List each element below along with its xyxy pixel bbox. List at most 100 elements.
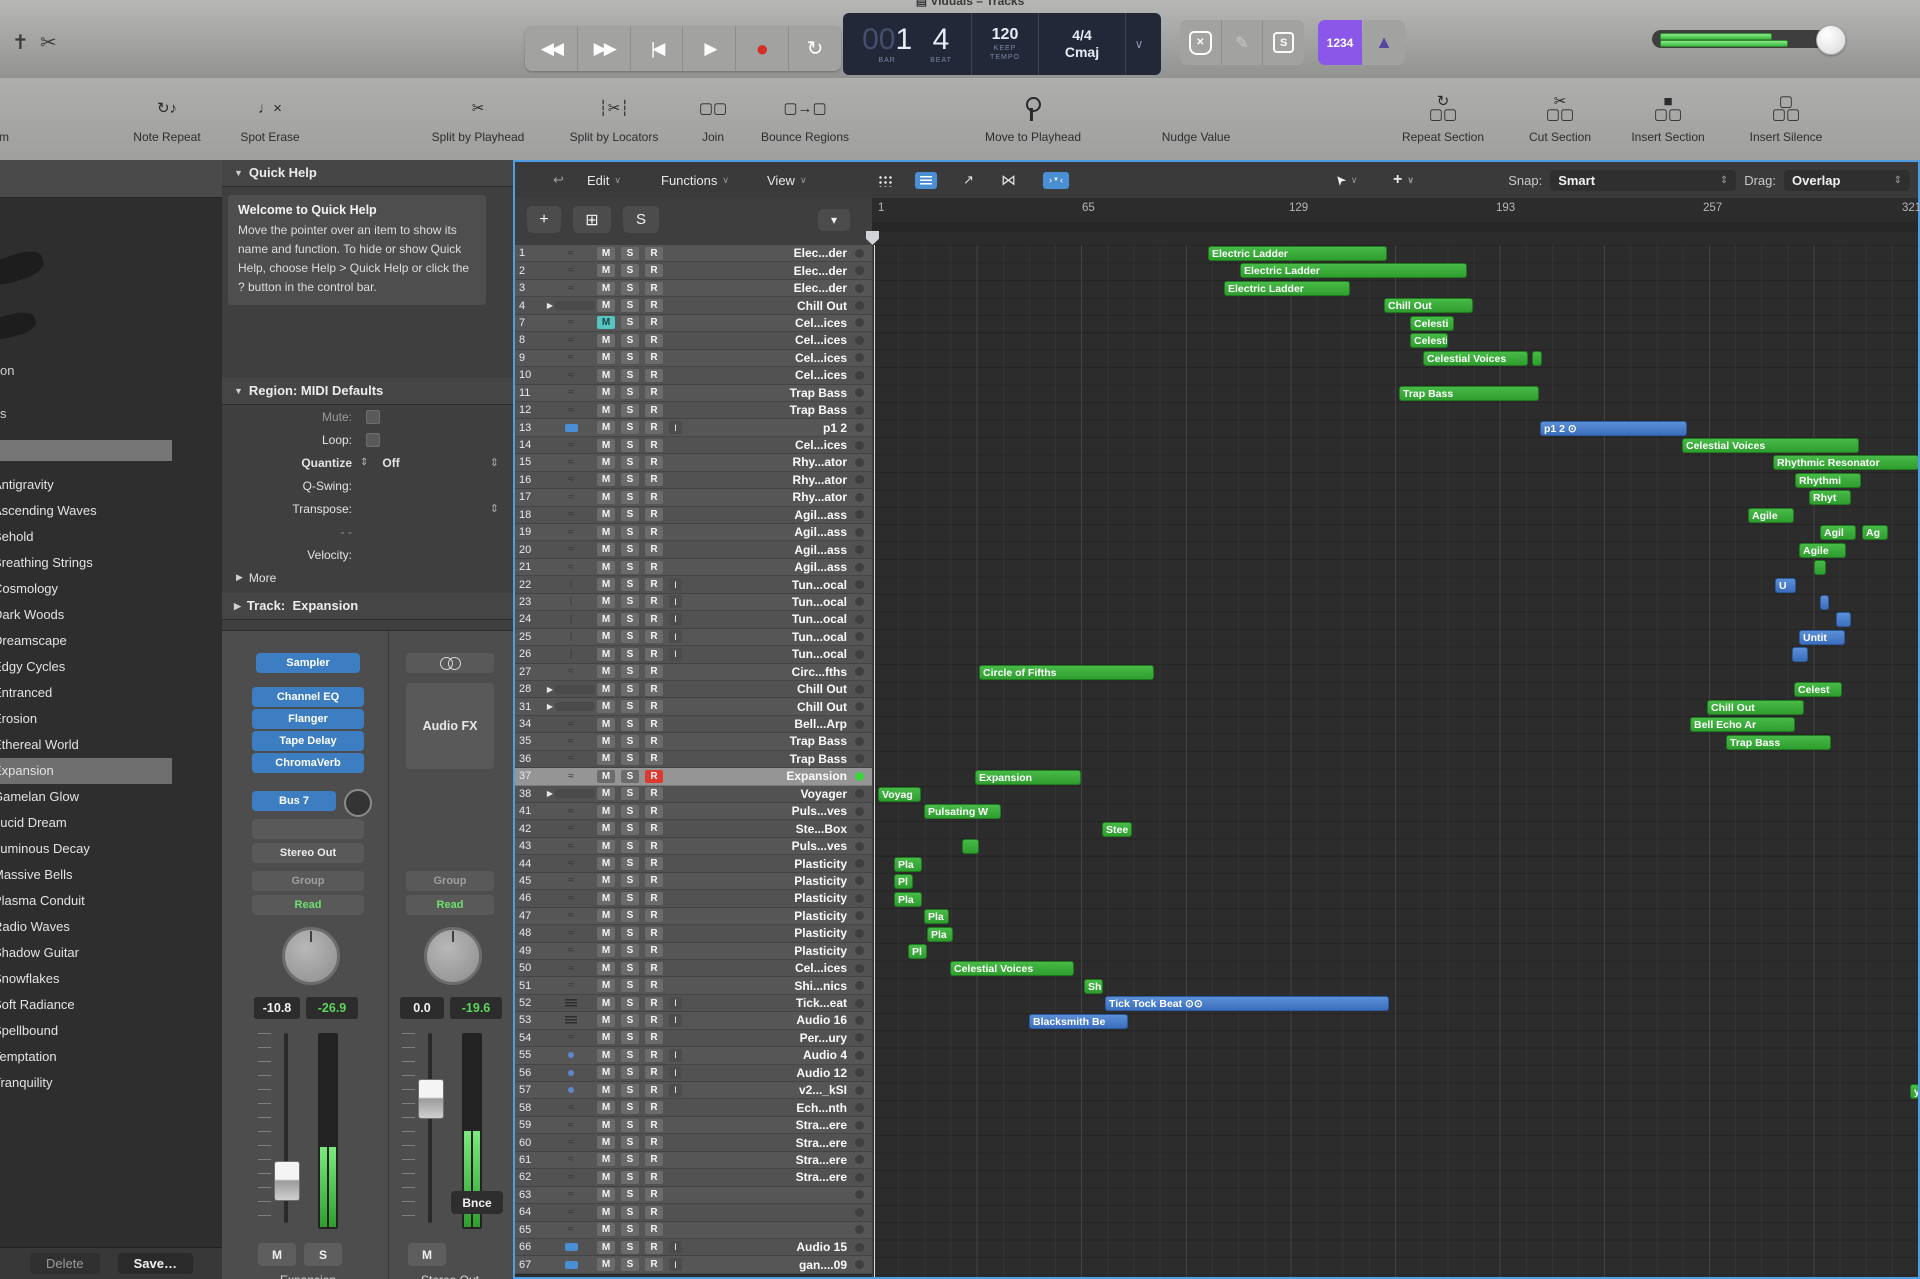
- volume-knob[interactable]: [1816, 25, 1846, 55]
- solo-button[interactable]: S: [621, 456, 639, 469]
- solo-button[interactable]: S: [621, 1206, 639, 1219]
- midi-region-pla[interactable]: Pla: [894, 857, 922, 872]
- send-knob[interactable]: [344, 789, 372, 817]
- mute-button[interactable]: M: [597, 543, 615, 556]
- track-name[interactable]: Chill Out: [686, 700, 855, 714]
- record-enable-button[interactable]: R: [645, 351, 663, 364]
- flex-button[interactable]: ⋈: [1001, 162, 1016, 198]
- track-name[interactable]: Plasticity: [686, 909, 855, 923]
- input-monitor-button[interactable]: I: [669, 421, 682, 434]
- track-name[interactable]: Tun...ocal: [686, 612, 855, 626]
- solo-button[interactable]: S: [621, 735, 639, 748]
- tool-icon-left[interactable]: ✝: [12, 30, 29, 55]
- track-row-51[interactable]: 51≈MSRShi...nics: [515, 977, 872, 994]
- record-enable-button[interactable]: R: [645, 1241, 663, 1254]
- drag-select[interactable]: Overlap⇕: [1784, 170, 1910, 191]
- library-item-plasma-conduit[interactable]: Plasma Conduit: [0, 888, 222, 914]
- record-enable-button[interactable]: R: [645, 735, 663, 748]
- library-item-erosion[interactable]: Erosion: [0, 706, 222, 732]
- mute-button[interactable]: M: [597, 874, 615, 887]
- library-item-ascending-waves[interactable]: Ascending Waves: [0, 498, 222, 524]
- track-row-38[interactable]: 38▶MSRVoyager: [515, 786, 872, 803]
- mute-button[interactable]: M: [597, 595, 615, 608]
- midi-region-electric-ladder[interactable]: Electric Ladder: [1240, 263, 1467, 278]
- mute-button[interactable]: M: [597, 857, 615, 870]
- loop-checkbox[interactable]: [366, 433, 380, 447]
- library-item-ethereal-world[interactable]: Ethereal World: [0, 732, 222, 758]
- library-item-soft-radiance[interactable]: Soft Radiance: [0, 992, 222, 1018]
- track-row-64[interactable]: 64≈MSR: [515, 1204, 872, 1221]
- strip-solo-button[interactable]: S: [304, 1243, 342, 1266]
- midi-region-celestial-voices[interactable]: Celestial Voices: [1423, 351, 1528, 366]
- mute-button[interactable]: M: [597, 316, 615, 329]
- secondary-tool-button[interactable]: +∨: [1393, 162, 1414, 198]
- grid-view-button[interactable]: [877, 162, 892, 198]
- record-button[interactable]: ●: [736, 26, 789, 71]
- record-enable-button[interactable]: R: [645, 264, 663, 277]
- duplicate-track-button[interactable]: ⊞: [573, 206, 611, 233]
- record-enable-button[interactable]: R: [645, 543, 663, 556]
- quantize-value[interactable]: Off: [382, 456, 399, 470]
- library-item-spellbound[interactable]: Spellbound: [0, 1018, 222, 1044]
- midi-region-rhythmi[interactable]: Rhythmi: [1795, 473, 1861, 488]
- solo-button[interactable]: S: [621, 491, 639, 504]
- track-name[interactable]: Tun...ocal: [686, 578, 855, 592]
- library-item-antigravity[interactable]: Antigravity: [0, 472, 222, 498]
- group-slot[interactable]: Group: [406, 871, 494, 891]
- audio-fx-slot[interactable]: Audio FX: [406, 683, 494, 769]
- track-row-67[interactable]: 67MSRIgan....09: [515, 1256, 872, 1273]
- menu-edit[interactable]: Edit∨: [587, 162, 621, 198]
- track-row-17[interactable]: 17≈MSRRhy...ator: [515, 489, 872, 506]
- track-row-55[interactable]: 55MSRIAudio 4: [515, 1047, 872, 1064]
- track-row-8[interactable]: 8≈MSRCel...ices: [515, 332, 872, 349]
- mute-button[interactable]: M: [597, 752, 615, 765]
- metronome-button[interactable]: ▲: [1363, 20, 1405, 65]
- solo-button[interactable]: S: [621, 508, 639, 521]
- disclosure-triangle-icon[interactable]: ▶: [547, 789, 553, 798]
- track-row-16[interactable]: 16≈MSRRhy...ator: [515, 472, 872, 489]
- solo-button[interactable]: S: [621, 787, 639, 800]
- track-row-56[interactable]: 56MSRIAudio 12: [515, 1065, 872, 1082]
- midi-region-celesti[interactable]: Celesti: [1410, 333, 1448, 348]
- library-item-tranquility[interactable]: Tranquility: [0, 1070, 222, 1096]
- record-enable-button[interactable]: R: [645, 1101, 663, 1114]
- add-track-button[interactable]: +: [527, 206, 561, 233]
- scissors-icon[interactable]: ✂: [40, 30, 57, 55]
- track-row-18[interactable]: 18≈MSRAgil...ass: [515, 507, 872, 524]
- solo-button[interactable]: S: [621, 683, 639, 696]
- region-more-row[interactable]: ▶More: [222, 566, 513, 589]
- solo-button[interactable]: S: [621, 840, 639, 853]
- level-value[interactable]: -19.6: [450, 997, 502, 1019]
- solo-button[interactable]: S: [621, 299, 639, 312]
- solo-button[interactable]: S: [621, 874, 639, 887]
- audio-region-blacksmith-be[interactable]: Blacksmith Be: [1029, 1014, 1128, 1029]
- input-monitor-button[interactable]: I: [669, 1014, 682, 1027]
- track-row-27[interactable]: 27≈MSRCirc...fths: [515, 664, 872, 681]
- record-enable-button[interactable]: R: [645, 299, 663, 312]
- input-monitor-button[interactable]: I: [669, 630, 682, 643]
- rewind-button[interactable]: ◀◀: [525, 26, 578, 71]
- output-slot[interactable]: Stereo Out: [252, 843, 364, 863]
- midi-region-clip[interactable]: [1814, 560, 1826, 575]
- track-row-1[interactable]: 1≈MSRElec...der: [515, 245, 872, 262]
- output-slot-blank[interactable]: [252, 819, 364, 839]
- track-row-23[interactable]: 23|MSRITun...ocal: [515, 594, 872, 611]
- audio-region-clip[interactable]: [1836, 612, 1851, 627]
- menu-view[interactable]: View∨: [767, 162, 807, 198]
- mute-button[interactable]: M: [597, 770, 615, 783]
- fx-slot-tape-delay[interactable]: Tape Delay: [252, 731, 364, 751]
- track-name[interactable]: Audio 15: [686, 1240, 855, 1254]
- record-enable-button[interactable]: R: [645, 997, 663, 1010]
- back-button[interactable]: ↩: [553, 162, 564, 198]
- midi-region-celesti[interactable]: Celesti: [1410, 316, 1454, 331]
- solo-button[interactable]: S: [621, 857, 639, 870]
- record-enable-button[interactable]: R: [645, 421, 663, 434]
- track-row-20[interactable]: 20≈MSRAgil...ass: [515, 541, 872, 558]
- lcd-display[interactable]: 001 BAR 4 BEAT 120 KEEP TEMPO 4/4 Cmaj ∨: [843, 13, 1161, 75]
- track-name[interactable]: Stra...ere: [686, 1118, 855, 1132]
- track-row-57[interactable]: 57MSRIv2..._kSI: [515, 1082, 872, 1099]
- master-volume-slider[interactable]: [1652, 30, 1832, 48]
- mute-button[interactable]: M: [597, 630, 615, 643]
- record-enable-button[interactable]: R: [645, 805, 663, 818]
- disclosure-triangle-icon[interactable]: ▶: [547, 301, 553, 310]
